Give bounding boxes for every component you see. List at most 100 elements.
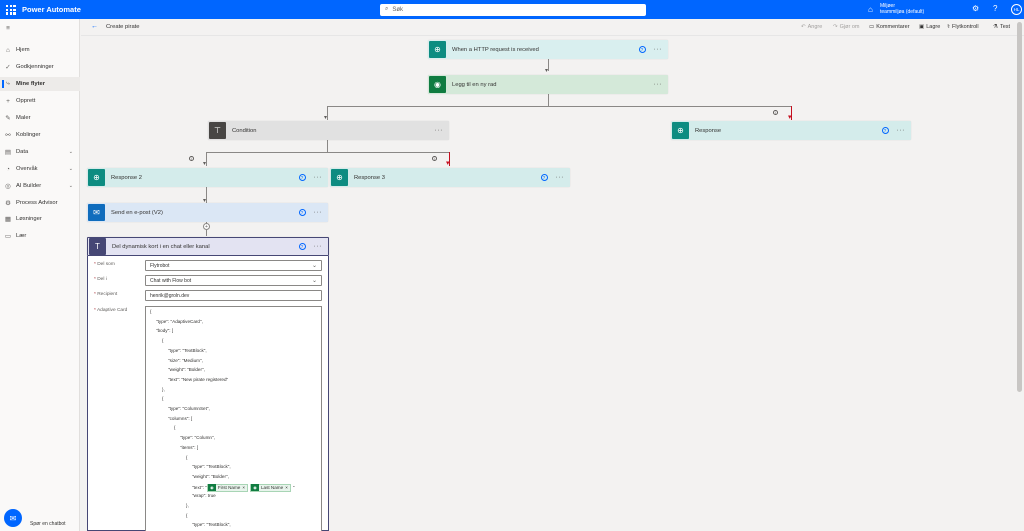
insert-step-button[interactable]: + [203,223,210,230]
chevron-down-icon[interactable]: ⌄ [69,183,73,189]
connector-line [206,152,207,166]
undo-icon: ↶ [801,24,806,30]
json-line: { [150,309,152,314]
response-3-card[interactable]: ⊕ Response 3 ? ··· [330,168,570,187]
sidebar-item[interactable]: + Opprett [0,94,80,108]
sidebar-item[interactable]: ▤ Data ⌄ [0,145,80,159]
teams-card-body: * Del som Flytrobot ⌄ * Del i Chat with F… [87,256,329,531]
help-icon[interactable]: ? [298,243,306,250]
card-title: When a HTTP request is received [452,46,539,53]
search-icon: ⌕ [385,6,389,12]
connectors-icon: ⚯ [5,132,11,139]
chatbot-button[interactable]: ✉ [4,509,22,527]
avatar[interactable]: HL [1011,4,1022,15]
undo-label: Angre [807,24,823,30]
json-line-text: }, [162,386,165,392]
connector-line [548,94,549,106]
canvas-scrollbar[interactable] [1017,22,1022,392]
app-name[interactable]: Power Automate [22,5,81,14]
dynamic-content-token[interactable]: ◉ First Name × [206,483,248,492]
app-launcher-icon[interactable] [5,4,17,15]
send-email-card[interactable]: ✉ Send en e-post (V2) ? ··· [87,203,328,222]
more-options-icon[interactable]: ··· [314,209,323,216]
post-as-select[interactable]: Flytrobot ⌄ [145,260,322,271]
settings-icon[interactable]: ⚙ [972,4,979,13]
more-options-icon[interactable]: ··· [435,127,444,134]
chevron-down-icon[interactable]: ⌄ [69,149,73,155]
more-options-icon[interactable]: ··· [654,46,663,53]
environment-picker[interactable]: Miljøer teammiljøa (default) [880,3,924,15]
adaptive-card-editor[interactable]: {"type": "AdaptiveCard", "body": [{"type"… [145,306,322,531]
trigger-http-card[interactable]: ⊕ When a HTTP request is received ? ··· [428,40,668,59]
condition-card[interactable]: ⊤ Condition ··· [208,121,449,140]
arrow-down-icon: ▾ [545,68,549,74]
help-icon[interactable]: ? [993,4,997,13]
json-line-text: "type": "AdaptiveCard", [156,318,203,324]
help-icon[interactable]: ? [298,174,306,181]
dynamic-content-token[interactable]: ◉ Last Name × [249,483,291,492]
json-line-text: { [162,338,164,344]
sidebar-item[interactable]: ▦ Løsninger [0,212,80,226]
card-title: Condition [232,127,257,134]
json-line: "type": "TextBlock", [192,522,231,527]
dataverse-icon: ◉ [250,484,259,492]
info-icon[interactable]: i [189,156,194,161]
info-icon[interactable]: i [773,110,778,115]
response-2-card[interactable]: ⊕ Response 2 ? ··· [87,168,328,187]
help-icon[interactable]: ? [540,174,548,181]
teams-card-header[interactable]: T Del dynamisk kort i en chat eller kana… [87,237,329,256]
more-options-icon[interactable]: ··· [654,81,663,88]
environment-icon[interactable]: ⌂ [868,5,873,14]
sidebar-item[interactable]: ▭ Lær [0,229,80,243]
info-icon[interactable]: i [432,156,437,161]
chatbot-label[interactable]: Spør en chatbot [30,521,66,527]
help-icon[interactable]: ? [638,46,646,53]
add-row-card[interactable]: ◉ Legg til en ny rad ··· [428,75,668,94]
remove-token-icon[interactable]: × [285,485,290,490]
json-line: }, [162,387,165,392]
response-icon: ⊕ [672,122,689,139]
save-icon: ▣ [919,24,925,30]
sidebar-item[interactable]: ✓ Godkjenninger [0,60,80,74]
json-line-text: "type": "TextBlock", [168,347,207,353]
redo-label: Gjør om [839,24,860,30]
json-line-text: "text": " [192,484,207,490]
back-arrow-icon[interactable]: ← [91,23,98,30]
chevron-down-icon[interactable]: ⌄ [69,166,73,172]
sidebar-item[interactable]: ⌂ Hjem [0,43,80,57]
json-line: "text": "New pirate registered" [168,377,228,382]
post-in-select[interactable]: Chat with Flow bot ⌄ [145,275,322,286]
comments-button[interactable]: ▭ Kommentarer [869,24,910,30]
flow-title: Create pirate [106,24,140,30]
save-button[interactable]: ▣ Lagre [919,24,940,30]
sidebar-item[interactable]: ⚯ Koblinger [0,128,80,142]
flow-checker-button[interactable]: ⚕ Flytkontroll [947,24,979,30]
redo-button[interactable]: ↷ Gjør om [833,24,859,30]
test-button[interactable]: ⚗ Test [993,24,1010,30]
more-options-icon[interactable]: ··· [897,127,906,134]
remove-token-icon[interactable]: × [242,485,247,490]
json-line: { [174,425,176,430]
search-box[interactable]: ⌕ Søk [380,3,646,16]
json-line: "type": "TextBlock", [192,464,231,469]
nav-collapse-button[interactable]: ≡ [0,21,80,35]
sidebar-item[interactable]: ✎ Maler [0,111,80,125]
recipient-label: * Recipient [94,292,118,297]
sidebar-item[interactable]: ◎ AI Builder ⌄ [0,179,80,193]
json-line-text: "weight": "Bolder", [192,473,229,479]
help-icon[interactable]: ? [881,127,889,134]
sidebar-item[interactable]: ◔ Overvåk ⌄ [0,162,80,176]
sidebar-item-label: AI Builder [16,183,42,189]
undo-button[interactable]: ↶ Angre [801,24,822,30]
sidebar-item[interactable]: ⚙ Process Advisor [0,196,80,210]
more-options-icon[interactable]: ··· [314,243,323,250]
sidebar-item-label: Mine flyter [16,81,45,87]
more-options-icon[interactable]: ··· [314,174,323,181]
more-options-icon[interactable]: ··· [556,174,565,181]
json-quote: " [292,484,295,490]
top-bar: Power Automate ⌕ Søk ⌂ Miljøer teammiljø… [0,0,1024,19]
sidebar-item[interactable]: ⤷ Mine flyter [0,77,80,91]
response-card[interactable]: ⊕ Response ? ··· [671,121,911,140]
recipient-input[interactable]: henrik@groln.dev [145,290,322,301]
help-icon[interactable]: ? [298,209,306,216]
